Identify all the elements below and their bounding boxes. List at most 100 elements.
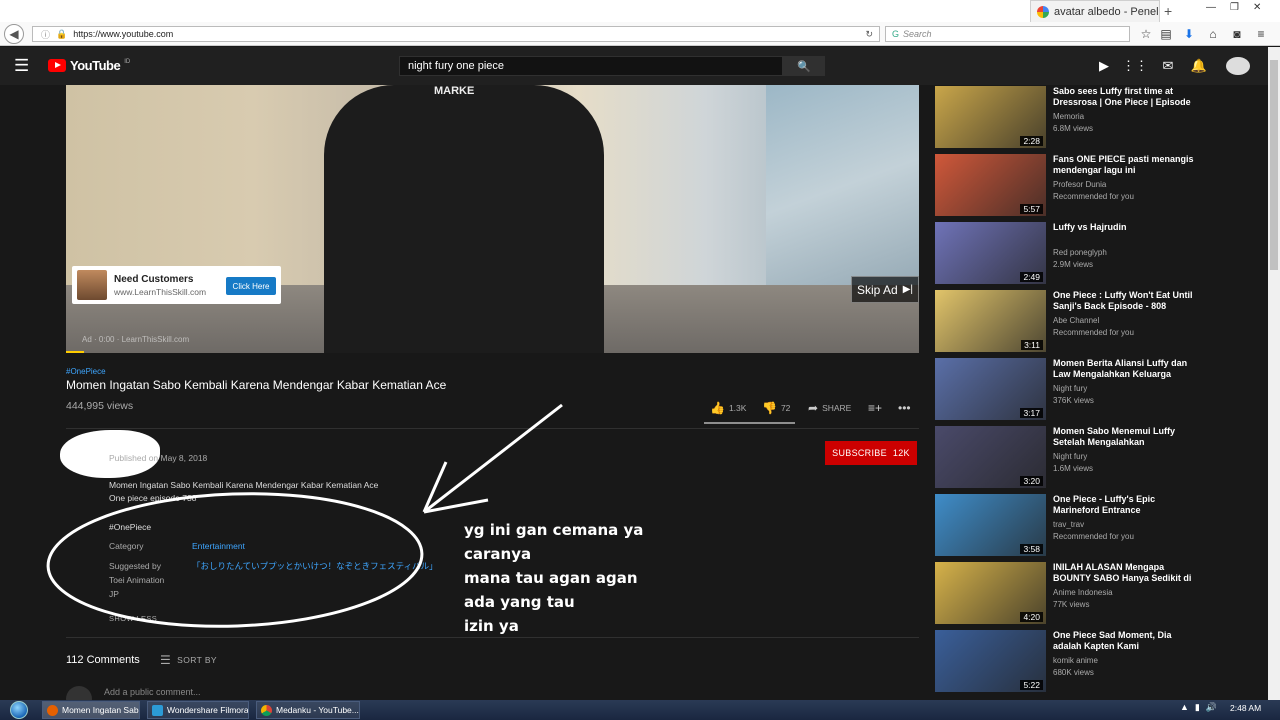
recommendation-title[interactable]: Momen Berita Aliansi Luffy dan Law Menga… bbox=[1053, 358, 1195, 380]
video-thumbnail[interactable]: 3:17 bbox=[935, 358, 1046, 420]
show-less-button[interactable]: SHOW LESS bbox=[109, 614, 157, 623]
video-thumbnail[interactable]: 4:20 bbox=[935, 562, 1046, 624]
messages-icon[interactable]: ✉ bbox=[1159, 58, 1177, 74]
suggested-link[interactable]: 「おしりたんていププッとかいけつ！なぞときフェスティバル」 bbox=[192, 560, 438, 572]
recommendation-item[interactable]: 4:20 INILAH ALASAN Mengapa BOUNTY SABO H… bbox=[935, 562, 1195, 626]
browser-search-input[interactable]: G Search bbox=[885, 26, 1130, 42]
minimize-button[interactable]: — bbox=[1206, 2, 1216, 13]
recommendation-title[interactable]: One Piece Sad Moment, Dia adalah Kapten … bbox=[1053, 630, 1195, 652]
youtube-logo[interactable]: YouTube ID bbox=[48, 58, 130, 73]
recommendation-title[interactable]: Sabo sees Luffy first time at Dressrosa … bbox=[1053, 86, 1195, 108]
recommendation-meta: Recommended for you bbox=[1053, 532, 1134, 541]
suggested-by-label: Toei Animation bbox=[109, 575, 165, 585]
home-icon[interactable]: ⌂ bbox=[1205, 26, 1221, 42]
video-duration: 5:57 bbox=[1020, 204, 1043, 214]
more-actions-button[interactable]: ••• bbox=[898, 400, 911, 416]
share-button[interactable]: ➦ SHARE bbox=[808, 400, 851, 416]
scrollbar-thumb[interactable] bbox=[1270, 60, 1278, 270]
video-thumbnail[interactable]: 2:28 bbox=[935, 86, 1046, 148]
recommendation-item[interactable]: 5:57 Fans ONE PIECE pasti menangis mende… bbox=[935, 154, 1195, 218]
video-thumbnail[interactable]: 3:11 bbox=[935, 290, 1046, 352]
recommendation-title[interactable]: INILAH ALASAN Mengapa BOUNTY SABO Hanya … bbox=[1053, 562, 1195, 584]
like-button[interactable]: 👍 1.3K bbox=[710, 400, 746, 416]
address-bar[interactable]: ⓘ 🔒 https://www.youtube.com ↻ bbox=[32, 26, 880, 42]
recommendation-item[interactable]: 3:11 One Piece : Luffy Won't Eat Until S… bbox=[935, 290, 1195, 354]
recommendation-item[interactable]: 2:28 Sabo sees Luffy first time at Dress… bbox=[935, 86, 1195, 150]
volume-icon[interactable]: 🔊 bbox=[1206, 702, 1217, 713]
skip-icon: ▶| bbox=[902, 284, 913, 295]
network-icon[interactable]: ▮ bbox=[1195, 702, 1200, 713]
browser-menu-icon[interactable]: ≡ bbox=[1253, 26, 1269, 42]
recommendation-channel: Anime Indonesia bbox=[1053, 588, 1113, 597]
info-icon: ⓘ bbox=[41, 29, 51, 40]
recommendation-item[interactable]: 3:17 Momen Berita Aliansi Luffy dan Law … bbox=[935, 358, 1195, 422]
windows-logo-icon bbox=[10, 701, 28, 719]
account-avatar[interactable] bbox=[1226, 57, 1250, 75]
sort-by-button[interactable]: ☰ SORT BY bbox=[160, 653, 217, 667]
create-video-icon[interactable]: ▶ bbox=[1095, 58, 1113, 74]
apps-grid-icon[interactable]: ⋮⋮ bbox=[1122, 58, 1148, 74]
video-player[interactable]: MARKE bbox=[66, 85, 919, 353]
add-comment-input[interactable]: Add a public comment... bbox=[104, 687, 201, 697]
library-icon[interactable]: ▤ bbox=[1158, 26, 1174, 42]
taskbar-item[interactable]: Momen Ingatan Sab... bbox=[42, 701, 140, 719]
skip-ad-button[interactable]: Skip Ad ▶| bbox=[851, 276, 919, 303]
video-title: Momen Ingatan Sabo Kembali Karena Menden… bbox=[66, 378, 447, 392]
recommendation-title[interactable]: Luffy vs Hajrudin bbox=[1053, 222, 1195, 233]
ad-title: Need Customers bbox=[114, 274, 194, 285]
ad-progress[interactable] bbox=[66, 351, 84, 353]
video-hashtag[interactable]: #OnePiece bbox=[66, 367, 106, 376]
taskbar-item[interactable]: Wondershare Filmora bbox=[147, 701, 249, 719]
download-icon[interactable]: ⬇ bbox=[1181, 26, 1197, 42]
thumbs-up-icon: 👍 bbox=[710, 401, 725, 415]
add-to-playlist-button[interactable]: ≡+ bbox=[868, 400, 882, 416]
description-hashtag[interactable]: #OnePiece bbox=[109, 522, 151, 532]
taskbar-item[interactable]: Medanku - YouTube... bbox=[256, 701, 360, 719]
search-button[interactable]: 🔍 bbox=[783, 56, 825, 76]
menu-icon[interactable]: ☰ bbox=[14, 57, 34, 75]
tray-arrow-icon[interactable]: ▲ bbox=[1180, 702, 1189, 713]
new-tab-button[interactable]: + bbox=[1164, 3, 1172, 19]
recommendation-item[interactable]: 2:49 Luffy vs Hajrudin Red poneglyph 2.9… bbox=[935, 222, 1195, 286]
video-duration: 4:20 bbox=[1020, 612, 1043, 622]
recommendation-meta: Recommended for you bbox=[1053, 192, 1134, 201]
back-button[interactable]: ◀ bbox=[4, 24, 24, 44]
firefox-icon bbox=[47, 704, 58, 716]
ad-click-button[interactable]: Click Here bbox=[226, 277, 276, 295]
subscribe-button[interactable]: SUBSCRIBE 12K bbox=[825, 441, 917, 465]
annotation-text: ada yang tau bbox=[464, 593, 575, 611]
recommendation-item[interactable]: 3:58 One Piece - Luffy's Epic Marineford… bbox=[935, 494, 1195, 558]
ad-url[interactable]: www.LearnThisSkill.com bbox=[114, 287, 206, 297]
browser-tab[interactable]: avatar albedo - Penel ✕ bbox=[1030, 0, 1160, 22]
reload-icon[interactable]: ↻ bbox=[865, 29, 873, 40]
divider bbox=[66, 428, 919, 429]
dislike-button[interactable]: 👎 72 bbox=[762, 400, 790, 416]
view-count: 444,995 views bbox=[66, 400, 134, 412]
recommendation-title[interactable]: Fans ONE PIECE pasti menangis mendengar … bbox=[1053, 154, 1195, 176]
recommendation-item[interactable]: 3:20 Momen Sabo Menemui Luffy Setelah Me… bbox=[935, 426, 1195, 490]
youtube-search-input[interactable]: night fury one piece bbox=[399, 56, 783, 76]
recommendation-item[interactable]: 5:22 One Piece Sad Moment, Dia adalah Ka… bbox=[935, 630, 1195, 694]
window-controls: — ❐ ✕ bbox=[1206, 2, 1261, 13]
notifications-bell-icon[interactable]: 🔔 bbox=[1190, 58, 1208, 74]
video-thumbnail[interactable]: 3:20 bbox=[935, 426, 1046, 488]
video-duration: 3:20 bbox=[1020, 476, 1043, 486]
youtube-play-icon bbox=[48, 59, 66, 72]
maximize-button[interactable]: ❐ bbox=[1230, 2, 1239, 13]
taskbar-clock[interactable]: 2:48 AM bbox=[1230, 703, 1261, 713]
recommendation-title[interactable]: Momen Sabo Menemui Luffy Setelah Mengala… bbox=[1053, 426, 1195, 448]
start-button[interactable] bbox=[6, 700, 32, 720]
like-ratio-bar bbox=[704, 422, 795, 424]
published-date: Published on May 8, 2018 bbox=[109, 453, 208, 463]
bookmark-star-icon[interactable]: ☆ bbox=[1138, 26, 1154, 42]
video-thumbnail[interactable]: 5:22 bbox=[935, 630, 1046, 692]
close-window-button[interactable]: ✕ bbox=[1253, 2, 1261, 13]
pocket-icon[interactable]: ◙ bbox=[1229, 26, 1245, 42]
recommendation-meta: 77K views bbox=[1053, 600, 1090, 609]
category-link[interactable]: Entertainment bbox=[192, 541, 245, 551]
recommendation-title[interactable]: One Piece : Luffy Won't Eat Until Sanji'… bbox=[1053, 290, 1195, 312]
video-thumbnail[interactable]: 5:57 bbox=[935, 154, 1046, 216]
video-thumbnail[interactable]: 2:49 bbox=[935, 222, 1046, 284]
video-thumbnail[interactable]: 3:58 bbox=[935, 494, 1046, 556]
recommendation-title[interactable]: One Piece - Luffy's Epic Marineford Entr… bbox=[1053, 494, 1195, 516]
